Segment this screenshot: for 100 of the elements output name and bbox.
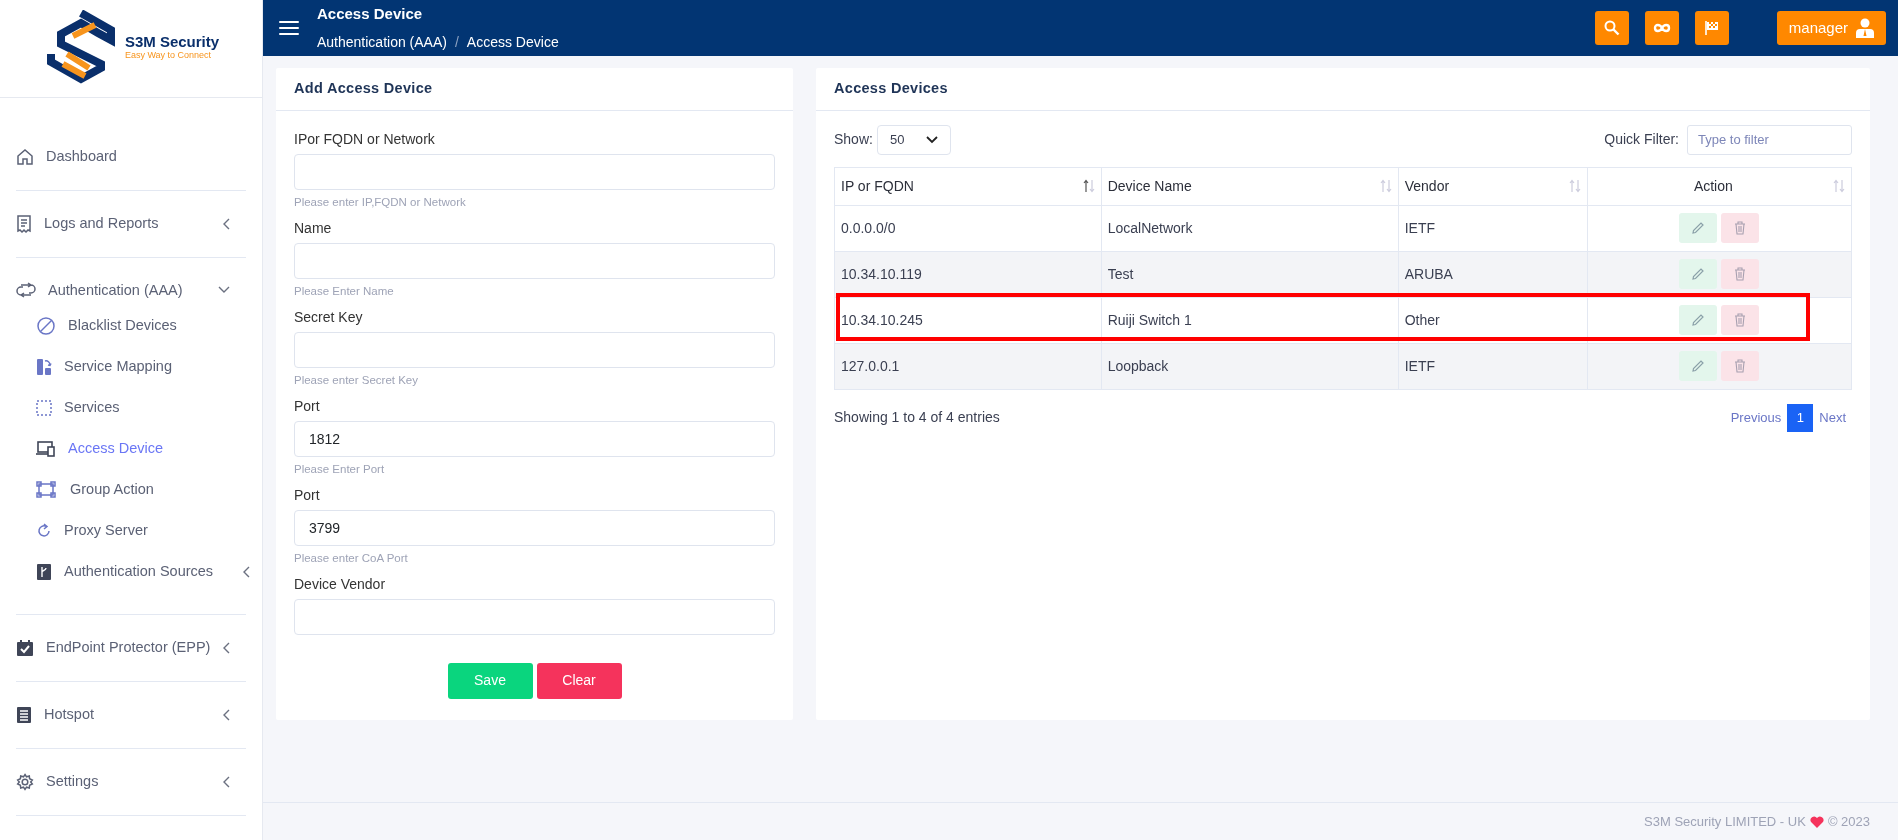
edit-button[interactable] xyxy=(1679,259,1718,290)
sidebar-item[interactable]: EndPoint Protector (EPP) xyxy=(16,637,246,659)
infinity-icon xyxy=(1652,23,1671,33)
trash-icon xyxy=(1734,221,1747,236)
help-text: Please enter IP,FQDN or Network xyxy=(294,194,467,210)
document-swap-icon xyxy=(36,357,52,376)
infinity-button[interactable] xyxy=(1644,11,1679,45)
logo-tagline: Easy Way to Connect xyxy=(124,50,213,63)
pencil-icon xyxy=(1691,221,1706,236)
pencil-icon xyxy=(1691,359,1706,374)
delete-button[interactable] xyxy=(1721,213,1760,244)
edit-button[interactable] xyxy=(1679,305,1718,336)
table-cell: IETF xyxy=(1398,205,1588,252)
field-label: Port xyxy=(294,485,321,505)
sidebar-item[interactable]: Authentication (AAA) xyxy=(16,279,246,302)
sidebar-subitem[interactable]: Proxy Server xyxy=(36,510,246,552)
sidebar-subitem[interactable]: Service Mapping xyxy=(36,346,246,388)
card-title: Access Devices xyxy=(816,68,1870,111)
input-field[interactable] xyxy=(294,153,775,190)
delete-button[interactable] xyxy=(1721,305,1760,336)
trash-icon xyxy=(1734,359,1747,374)
logo-name: S3M Security xyxy=(124,34,220,50)
input-field[interactable] xyxy=(294,242,775,279)
column-header[interactable]: Action xyxy=(1693,175,1733,197)
pencil-icon xyxy=(1691,313,1706,328)
dotted-square-icon xyxy=(36,399,52,416)
house-icon xyxy=(16,147,34,166)
heart-icon xyxy=(1809,815,1824,828)
help-text: Please enter CoA Port xyxy=(294,550,409,566)
table-cell: Loopback xyxy=(1101,343,1399,390)
input-field[interactable] xyxy=(294,331,775,368)
trash-icon xyxy=(1734,313,1747,328)
filter-field[interactable]: Type to filter xyxy=(1687,124,1852,155)
table-cell: 127.0.0.1 xyxy=(834,343,1102,390)
entries-info: Showing 1 to 4 of 4 entries xyxy=(834,408,1000,428)
input-field[interactable] xyxy=(294,598,775,635)
redo-arrow-icon xyxy=(36,522,52,539)
receipt-icon xyxy=(16,214,32,233)
prohibited-icon xyxy=(36,315,56,336)
form-button[interactable]: Clear xyxy=(536,662,622,699)
field-label: Port xyxy=(294,396,321,416)
caret-icon xyxy=(925,135,938,144)
field-label: IPor FQDN or Network xyxy=(294,129,436,149)
input-field[interactable]: 3799 xyxy=(294,509,775,546)
edit-button[interactable] xyxy=(1679,351,1718,382)
table-cell: 0.0.0.0/0 xyxy=(834,205,1102,252)
pencil-icon xyxy=(1691,267,1706,282)
field-label: Device Vendor xyxy=(294,574,387,594)
sidebar-item[interactable]: Settings xyxy=(16,770,246,793)
breadcrumb-item: Access Device xyxy=(466,32,559,52)
column-header[interactable]: Device Name xyxy=(1107,175,1192,197)
table-cell: 10.34.10.119 xyxy=(834,251,1102,298)
list-document-icon xyxy=(16,705,32,724)
laptop-phone-icon xyxy=(36,440,56,457)
sidebar-subitem[interactable]: Authentication Sources xyxy=(36,551,246,593)
table-cell: ARUBA xyxy=(1398,251,1588,298)
footer-company: S3M Security LIMITED - UK xyxy=(1644,812,1806,831)
column-header[interactable]: Vendor xyxy=(1404,175,1450,197)
cycle-arrows-icon xyxy=(16,282,36,299)
card-title: Add Access Device xyxy=(276,68,793,111)
sidebar-subitem[interactable]: Group Action xyxy=(36,469,246,511)
page-button[interactable]: 1 xyxy=(1787,403,1814,432)
gear-icon xyxy=(16,772,34,791)
footer-copyright: © 2023 xyxy=(1827,812,1870,831)
page-size-select[interactable]: 50 xyxy=(876,124,951,155)
field-label: Name xyxy=(294,218,333,238)
trash-icon xyxy=(1734,267,1747,282)
sidebar-item[interactable]: Dashboard xyxy=(16,146,246,168)
sidebar-subitem[interactable]: Blacklist Devices xyxy=(36,305,246,347)
show-label: Show: xyxy=(834,130,873,150)
chevron-left-icon xyxy=(242,565,250,578)
filter-label: Quick Filter: xyxy=(1604,130,1679,150)
sidebar-subitem[interactable]: Access Device xyxy=(36,428,246,470)
page-title: Access Device xyxy=(317,4,424,25)
sidebar-subitem[interactable]: Services xyxy=(36,387,246,429)
flag-button[interactable] xyxy=(1694,11,1729,45)
sidebar-item[interactable]: Logs and Reports xyxy=(16,212,246,235)
field-label: Secret Key xyxy=(294,307,364,327)
edit-button[interactable] xyxy=(1679,213,1718,244)
search-button[interactable] xyxy=(1594,11,1629,45)
node-group-icon xyxy=(36,480,58,499)
table-cell: LocalNetwork xyxy=(1101,205,1399,252)
sidebar-item[interactable]: Hotspot xyxy=(16,704,246,726)
calendar-check-icon xyxy=(16,639,34,658)
column-header[interactable]: IP or FQDN xyxy=(841,175,914,197)
pagination-link[interactable]: Previous xyxy=(1724,403,1788,432)
delete-button[interactable] xyxy=(1721,259,1760,290)
table-cell: IETF xyxy=(1398,343,1588,390)
help-text: Please Enter Port xyxy=(294,461,386,477)
user-icon xyxy=(1856,18,1874,38)
breadcrumb-item[interactable]: Authentication (AAA) xyxy=(317,31,447,53)
input-field[interactable]: 1812 xyxy=(294,420,775,457)
branch-document-icon xyxy=(36,562,52,581)
pagination-link[interactable]: Next xyxy=(1813,403,1852,432)
help-text: Please enter Secret Key xyxy=(294,372,419,388)
delete-button[interactable] xyxy=(1721,351,1760,382)
menu-icon[interactable] xyxy=(279,20,299,36)
magnifier-icon xyxy=(1603,20,1620,36)
table-cell: Test xyxy=(1101,251,1399,298)
breadcrumb-separator: / xyxy=(454,32,459,52)
